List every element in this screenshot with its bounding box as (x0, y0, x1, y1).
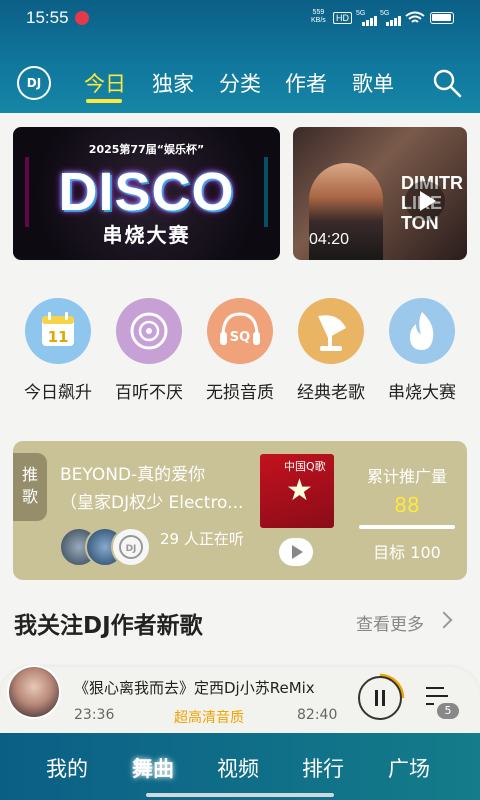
banner-video[interactable]: DIMITR LIKE TON 04:20 (293, 127, 467, 260)
tab-exclusive[interactable]: 独家 (152, 68, 194, 98)
listener-count: 29 人正在听 (160, 529, 252, 549)
signal-label-2: 5G (380, 10, 390, 17)
nav-video[interactable]: 视频 (217, 753, 259, 783)
promo-song-line2: （皇家DJ权少 Electro... (60, 493, 244, 513)
category-favorites[interactable]: 百听不厌 (104, 298, 194, 408)
disc-icon (116, 298, 182, 364)
wifi-icon (405, 11, 425, 23)
nav-ranking[interactable]: 排行 (302, 753, 344, 783)
flame-icon (389, 298, 455, 364)
promoted-song-card[interactable]: 推歌 BEYOND-真的爱你 （皇家DJ权少 Electro... DJ 29 … (13, 441, 467, 580)
category-label: 今日飙升 (24, 383, 92, 403)
category-label: 串烧大赛 (388, 383, 456, 403)
notification-icon (75, 11, 89, 25)
player-quality[interactable]: 超高清音质 (174, 707, 244, 727)
search-icon[interactable] (432, 68, 462, 98)
category-label: 无损音质 (206, 383, 274, 403)
song-cover[interactable]: 中国Q歌 ★ (260, 454, 334, 528)
net-speed-value: 559 (312, 9, 325, 16)
video-play-icon[interactable] (405, 181, 445, 221)
promo-total-label: 累计推广量 (366, 467, 447, 486)
player-avatar[interactable] (7, 665, 61, 719)
promo-stats: 累计推广量 88 目标 100 (354, 463, 460, 563)
see-more-link[interactable]: 查看更多 (356, 610, 424, 635)
player-current-time: 23:36 (74, 707, 115, 723)
pause-button[interactable] (358, 676, 402, 720)
player-total-time: 82:40 (297, 707, 338, 723)
signal-icon: 5G (356, 10, 382, 26)
gramophone-icon (298, 298, 364, 364)
signal-icon-2: 5G (380, 10, 406, 26)
avatar: DJ (111, 527, 151, 567)
svg-text:DJ: DJ (126, 544, 137, 554)
tab-author[interactable]: 作者 (285, 68, 327, 98)
home-indicator[interactable] (146, 793, 334, 797)
nav-dance[interactable]: 舞曲 (132, 753, 174, 783)
promo-song-line1: BEYOND-真的爱你 (60, 465, 206, 485)
hd-voice-icon: HD (333, 12, 352, 24)
category-lossless[interactable]: SQ 无损音质 (195, 298, 285, 408)
svg-text:11: 11 (48, 328, 69, 346)
video-duration: 04:20 (309, 231, 350, 248)
dj-logo-icon[interactable]: DJ (17, 66, 51, 100)
tab-category[interactable]: 分类 (219, 68, 261, 98)
promo-progress-bar (359, 525, 455, 529)
signal-label: 5G (356, 10, 366, 17)
tab-today[interactable]: 今日 (84, 68, 126, 98)
queue-count-badge: 5 (437, 703, 459, 719)
active-tab-indicator (86, 99, 122, 103)
status-bar: 15:55 559 KB/s HD 5G 5G (0, 0, 480, 36)
category-classic[interactable]: 经典老歌 (286, 298, 376, 408)
promo-total-value: 88 (394, 493, 420, 517)
svg-text:SQ: SQ (230, 330, 250, 345)
status-time: 15:55 (26, 8, 69, 27)
promo-song-title: BEYOND-真的爱你 （皇家DJ权少 Electro... (60, 461, 250, 517)
promo-play-icon[interactable] (279, 538, 313, 566)
calendar-icon: 11 (25, 298, 91, 364)
header: 15:55 559 KB/s HD 5G 5G DJ 今日 独家 分类 作者 歌… (0, 0, 480, 113)
mini-player[interactable]: 《狠心离我而去》定西Dj小苏ReMix 23:36 超高清音质 82:40 5 (0, 665, 480, 733)
category-medley[interactable]: 串烧大赛 (377, 298, 467, 408)
banner-disco-text: DISCO (58, 162, 235, 222)
category-row: 11 今日飙升 百听不厌 SQ 无损音质 经典老歌 串烧大赛 (13, 298, 467, 408)
banner-subtitle: 串烧大赛 (102, 223, 191, 247)
headphones-sq-icon: SQ (207, 298, 273, 364)
promo-goal: 目标 100 (373, 543, 441, 562)
net-speed-unit: KB/s (311, 17, 326, 24)
nav-mine[interactable]: 我的 (46, 753, 88, 783)
banner-event-title: 2025第77届“娱乐杯” (88, 143, 205, 156)
player-song-title: 《狠心离我而去》定西Dj小苏ReMix (74, 679, 315, 697)
tab-playlist[interactable]: 歌单 (352, 68, 394, 98)
category-trending[interactable]: 11 今日飙升 (13, 298, 103, 408)
category-label: 经典老歌 (297, 383, 365, 403)
promo-tag-label: 推歌 (21, 465, 38, 506)
promo-tag: 推歌 (13, 453, 47, 521)
network-speed: 559 KB/s (311, 9, 326, 25)
listener-count-text: 29 人正在听 (160, 530, 244, 548)
section-title: 我关注DJ作者新歌 (14, 613, 203, 639)
chevron-right-icon[interactable] (435, 611, 453, 629)
listener-avatars: DJ (59, 527, 159, 567)
nav-square[interactable]: 广场 (388, 753, 430, 783)
bottom-nav: 我的 舞曲 视频 排行 广场 (0, 733, 480, 800)
cover-text: 中国Q歌 (284, 460, 326, 473)
star-icon: ★ (286, 473, 313, 508)
banner-disco[interactable]: 2025第77届“娱乐杯” DISCO 串烧大赛 (13, 127, 280, 260)
category-label: 百听不厌 (115, 383, 183, 403)
battery-icon (430, 12, 454, 24)
